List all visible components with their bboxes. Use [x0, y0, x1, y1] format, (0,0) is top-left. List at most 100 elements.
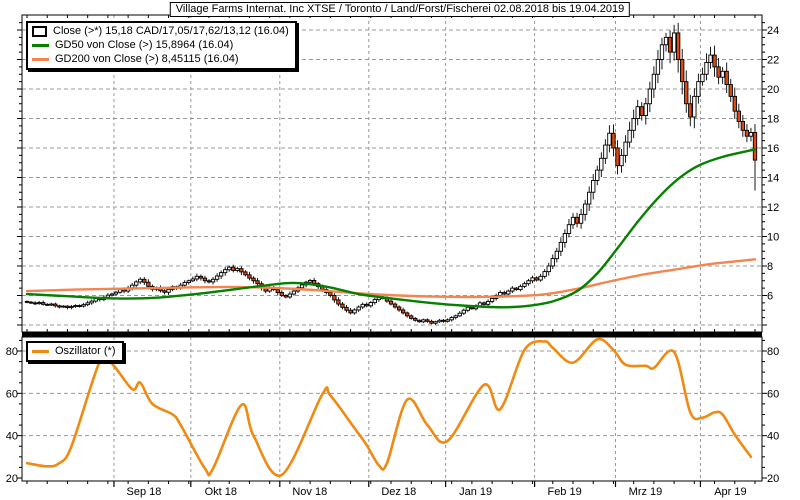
candle-body: [227, 266, 232, 271]
legend-gd50-label: GD50 von Close (>) 15,8964 (16.04): [55, 39, 234, 51]
candle-body: [214, 275, 220, 280]
oscillator-line: [25, 337, 753, 477]
candle-body: [599, 157, 604, 171]
candle-body: [651, 73, 657, 90]
candle-body: [615, 147, 620, 167]
candle-body: [364, 303, 369, 307]
candle-body: [340, 303, 345, 308]
candle-body: [235, 268, 240, 271]
candle-body: [526, 280, 531, 285]
candle-body: [356, 306, 361, 311]
candle-body: [574, 216, 580, 224]
candle-body: [680, 59, 685, 83]
oscillator-axis-label-right: 20: [767, 473, 779, 485]
candle-body: [81, 304, 86, 307]
candle-body: [433, 321, 438, 324]
candle-body: [498, 292, 503, 296]
price-axis-label: 18: [767, 114, 779, 126]
candle-body: [550, 258, 555, 267]
candle-body: [190, 278, 195, 282]
candle-body: [663, 36, 669, 46]
candle-body: [744, 129, 750, 137]
date-axis-label: Feb 19: [547, 486, 581, 498]
candle-body: [453, 315, 458, 319]
oscillator-axis-label-left: 20: [6, 473, 18, 485]
candle-body: [202, 277, 208, 282]
candle-body: [206, 280, 212, 283]
candle-body: [255, 280, 260, 285]
candle-body: [643, 103, 648, 117]
candle-body: [518, 285, 523, 291]
legend-row-gd50: GD50 von Close (>) 15,8964 (16.04): [32, 38, 289, 52]
candle-body: [578, 213, 584, 224]
candle-body: [530, 277, 535, 282]
candle-body: [639, 106, 644, 116]
candle-body: [740, 120, 746, 131]
candle-body: [198, 275, 204, 279]
candle-body: [445, 319, 450, 322]
candle-body: [724, 70, 729, 86]
candle-body: [748, 132, 754, 137]
candle-body: [684, 81, 689, 105]
candle-body: [405, 312, 410, 317]
candle-body: [360, 303, 365, 308]
date-axis-label: Mrz 19: [629, 486, 663, 498]
candle-body: [429, 320, 434, 324]
gd200-line: [25, 258, 757, 299]
candle-body: [307, 280, 313, 283]
candle-body: [65, 305, 70, 309]
candle-body: [425, 319, 430, 322]
date-axis-label: Apr 19: [714, 486, 746, 498]
candle-body: [409, 315, 414, 319]
candle-body: [485, 300, 491, 305]
price-axis-label: 24: [767, 25, 779, 37]
candle-body: [28, 301, 34, 304]
candle-body: [186, 280, 191, 283]
candle-body: [732, 95, 737, 112]
candle-body: [138, 278, 143, 283]
candle-body: [166, 288, 171, 293]
legend-gd200-label: GD200 von Close (>) 8,45115 (16.04): [55, 53, 239, 65]
candle-body: [688, 103, 693, 118]
candle-body: [24, 300, 30, 303]
oscillator-panel-frame: [21, 336, 763, 482]
candle-body: [421, 319, 426, 323]
candle-body: [413, 317, 418, 321]
oscillator-axis-label-right: 80: [767, 346, 779, 358]
candle-body: [441, 319, 446, 322]
price-axis-label: 8: [767, 261, 773, 273]
candle-body: [716, 66, 721, 78]
axis-labels: 24 22 20 18 16 14 12 10 8 6 80 80 60 60 40 40 20 20 Sep 18…: [6, 25, 780, 498]
candle-body: [162, 290, 167, 293]
candle-body: [546, 265, 551, 273]
candle-body: [352, 309, 357, 314]
candle-body: [89, 300, 94, 304]
candle-body: [287, 293, 293, 298]
candle-body: [542, 271, 547, 277]
candle-body: [736, 110, 741, 122]
candle-body: [113, 291, 119, 295]
candle-body: [142, 278, 147, 283]
oscillator-axis-label-left: 40: [6, 431, 18, 443]
price-axis-label: 6: [767, 291, 773, 303]
oscillator-line-swatch-icon: [32, 349, 49, 353]
candle-body: [619, 154, 624, 167]
legend-row-oscillator: Oszillator (*): [32, 344, 116, 358]
candle-body: [676, 32, 681, 60]
candle-body: [647, 88, 652, 105]
price-axis-label: 14: [767, 173, 779, 185]
candle-body: [667, 36, 673, 53]
gd200-line-swatch-icon: [32, 57, 49, 61]
candle-body: [514, 287, 519, 291]
candle-body: [348, 309, 353, 314]
candle-body: [57, 305, 62, 308]
candle-body: [558, 241, 564, 252]
panel-divider: [22, 332, 762, 337]
price-axis-label: 20: [767, 84, 779, 96]
candle-body: [595, 169, 600, 181]
candle-body: [502, 292, 507, 295]
candle-body: [336, 299, 341, 305]
candle-body: [627, 129, 632, 143]
candle-body: [534, 277, 539, 281]
candle-body: [752, 132, 758, 161]
